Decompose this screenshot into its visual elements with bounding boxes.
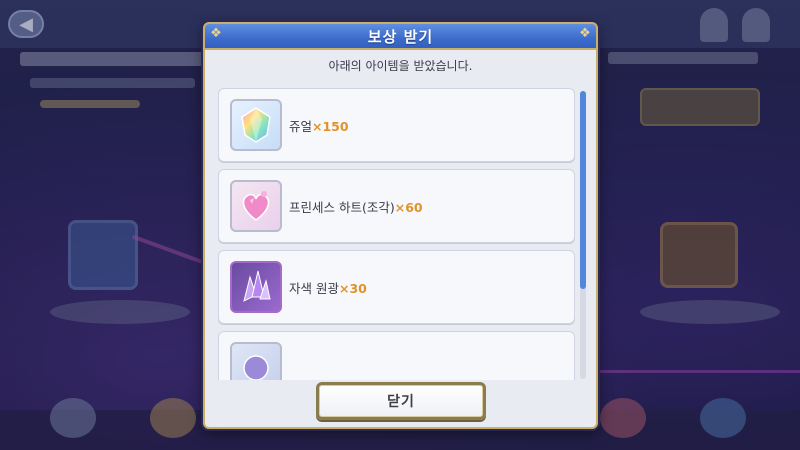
- close-button-label: 닫기: [387, 394, 415, 410]
- close-button[interactable]: 닫기: [316, 382, 486, 420]
- scrollbar-thumb[interactable]: [580, 91, 586, 289]
- reward-item-quantity: ×60: [394, 199, 423, 215]
- reward-item: 쥬얼×150: [218, 88, 575, 162]
- ornament-icon: ❖: [210, 26, 222, 41]
- dialog-header: ❖ 보상 받기 ❖: [205, 24, 596, 50]
- reward-item-name: 쥬얼: [289, 118, 313, 134]
- princess-heart-icon: [230, 180, 282, 232]
- reward-item: [218, 331, 575, 380]
- reward-list[interactable]: 쥬얼×150 프린세스 하트(조각)×60 자색 원광×30: [218, 84, 587, 380]
- dialog-title: 보상 받기: [367, 27, 434, 46]
- reward-item-icon: [230, 342, 282, 380]
- reward-item-label: 쥬얼×150: [289, 116, 349, 135]
- reward-item-quantity: ×150: [312, 118, 349, 134]
- reward-item: 자색 원광×30: [218, 250, 575, 324]
- purple-ore-icon: [230, 261, 282, 313]
- reward-item-label: 자색 원광×30: [289, 278, 367, 297]
- reward-item: 프린세스 하트(조각)×60: [218, 169, 575, 243]
- dialog-subtitle: 아래의 아이템을 받았습니다.: [328, 59, 473, 73]
- ornament-icon: ❖: [579, 26, 591, 41]
- reward-list-scrollbar[interactable]: [580, 91, 586, 379]
- reward-item-quantity: ×30: [338, 280, 367, 296]
- reward-dialog: ❖ 보상 받기 ❖ 아래의 아이템을 받았습니다. 쥬얼×150 프린세스 하트…: [203, 22, 598, 429]
- reward-item-name: 자색 원광: [289, 280, 339, 296]
- jewel-icon: [230, 99, 282, 151]
- reward-item-label: 프린세스 하트(조각)×60: [289, 197, 423, 216]
- reward-item-name: 프린세스 하트(조각): [289, 199, 395, 215]
